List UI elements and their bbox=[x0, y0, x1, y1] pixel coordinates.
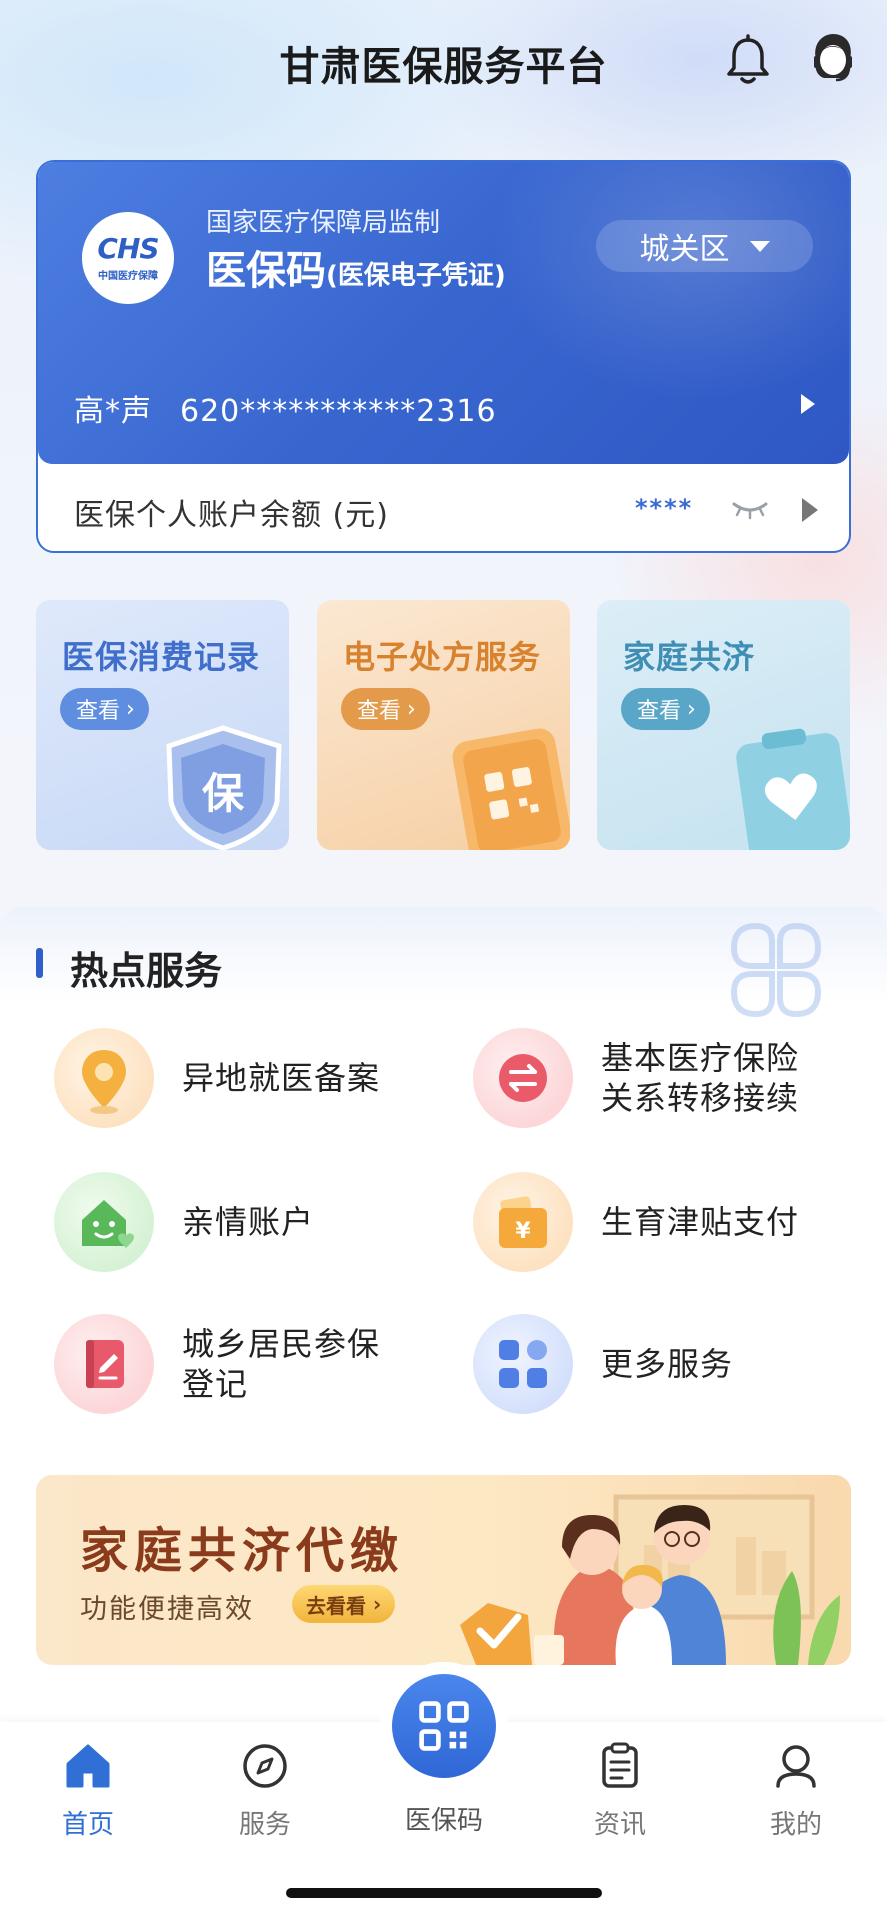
chs-logo-subtext: 中国医疗保障 bbox=[98, 270, 158, 282]
qr-code-button[interactable] bbox=[392, 1674, 496, 1778]
card-holder: 高*声 620***********2316 bbox=[74, 386, 497, 430]
qr-code-icon bbox=[419, 1701, 469, 1751]
card-top: CHS 中国医疗保障 国家医疗保障局监制 医保码(医保电子凭证) 城关区 高*声… bbox=[38, 162, 849, 464]
tile-title: 电子处方服务 bbox=[343, 638, 542, 676]
card-name-sub: (医保电子凭证) bbox=[326, 261, 506, 291]
view-button-label: 查看 bbox=[76, 699, 121, 724]
view-button-label: 查看 bbox=[357, 699, 402, 724]
service-family-account[interactable]: 亲情账户 bbox=[54, 1172, 314, 1272]
phone-qr-icon bbox=[452, 728, 570, 850]
balance-row[interactable]: 医保个人账户余额 (元) **** bbox=[38, 464, 849, 551]
chs-logo-text: CHS bbox=[97, 231, 159, 265]
holder-id: 620***********2316 bbox=[180, 394, 497, 429]
chevron-right-icon: › bbox=[126, 696, 135, 722]
bell-icon[interactable] bbox=[724, 34, 772, 86]
card-name-main: 医保码 bbox=[206, 248, 326, 294]
nav-label: 服务 bbox=[238, 1810, 291, 1840]
chs-logo: CHS 中国医疗保障 bbox=[82, 212, 174, 304]
location-pin-icon bbox=[54, 1028, 154, 1128]
tile-title: 家庭共济 bbox=[623, 638, 756, 676]
balance-value: **** bbox=[635, 494, 694, 522]
nav-news[interactable]: 资讯 bbox=[560, 1740, 680, 1841]
view-button[interactable]: 查看 › bbox=[341, 688, 430, 730]
compass-icon bbox=[243, 1744, 287, 1788]
service-more[interactable]: 更多服务 bbox=[473, 1314, 733, 1414]
service-label: 异地就医备案 bbox=[182, 1059, 381, 1097]
heart-clipboard-icon bbox=[736, 728, 850, 850]
go-see-button[interactable]: 去看看 › bbox=[292, 1585, 396, 1623]
nav-label: 首页 bbox=[61, 1810, 114, 1840]
clover-decoration-icon bbox=[730, 922, 822, 1018]
banner-subtitle: 功能便捷高效 bbox=[80, 1594, 254, 1625]
shield-bao-icon: 保 bbox=[166, 725, 282, 850]
header: 甘肃医保服务平台 bbox=[0, 0, 887, 120]
nav-mine[interactable]: 我的 bbox=[736, 1740, 856, 1841]
service-label: 基本医疗保险关系转移接续 bbox=[601, 1039, 800, 1117]
service-insurance-transfer[interactable]: 基本医疗保险关系转移接续 bbox=[473, 1028, 831, 1128]
svg-text:保: 保 bbox=[202, 769, 245, 818]
svg-text:¥: ¥ bbox=[515, 1219, 531, 1244]
customer-service-icon[interactable] bbox=[808, 30, 858, 86]
family-illustration bbox=[460, 1494, 840, 1665]
balance-label: 医保个人账户余额 (元) bbox=[74, 498, 389, 533]
home-indicator bbox=[286, 1888, 602, 1898]
view-button[interactable]: 查看 › bbox=[60, 688, 149, 730]
service-label: 更多服务 bbox=[601, 1345, 734, 1383]
tile-e-prescription[interactable]: 电子处方服务 查看 › bbox=[317, 600, 570, 850]
caret-down-icon bbox=[749, 240, 770, 252]
go-see-button-label: 去看看 bbox=[306, 1593, 366, 1618]
nav-service[interactable]: 服务 bbox=[205, 1740, 325, 1841]
grid-apps-icon bbox=[473, 1314, 573, 1414]
transfer-icon bbox=[473, 1028, 573, 1128]
chevron-right-icon: › bbox=[407, 696, 416, 722]
section-title: 热点服务 bbox=[70, 949, 223, 993]
chevron-right-icon: › bbox=[687, 696, 696, 722]
view-button-label: 查看 bbox=[637, 699, 682, 724]
yuan-wallet-icon: ¥ bbox=[473, 1172, 573, 1272]
nav-home[interactable]: 首页 bbox=[28, 1740, 148, 1841]
service-label: 城乡居民参保登记 bbox=[182, 1325, 381, 1403]
eye-closed-icon[interactable] bbox=[730, 496, 770, 520]
card-name: 医保码(医保电子凭证) bbox=[206, 238, 506, 296]
tile-title: 医保消费记录 bbox=[62, 638, 261, 676]
service-label: 生育津贴支付 bbox=[601, 1203, 800, 1241]
district-label: 城关区 bbox=[639, 232, 730, 267]
service-maternity-allowance[interactable]: ¥ 生育津贴支付 bbox=[473, 1172, 799, 1272]
holder-name: 高*声 bbox=[74, 394, 152, 429]
nav-label: 我的 bbox=[769, 1810, 822, 1840]
medical-insurance-card[interactable]: CHS 中国医疗保障 国家医疗保障局监制 医保码(医保电子凭证) 城关区 高*声… bbox=[36, 160, 851, 553]
tile-family-mutual-aid[interactable]: 家庭共济 查看 › bbox=[597, 600, 850, 850]
district-selector[interactable]: 城关区 bbox=[596, 220, 813, 272]
view-button[interactable]: 查看 › bbox=[621, 688, 710, 730]
banner-title: 家庭共济代缴 bbox=[80, 1523, 405, 1579]
play-arrow-icon[interactable] bbox=[801, 394, 815, 414]
service-resident-registration[interactable]: 城乡居民参保登记 bbox=[54, 1314, 402, 1414]
family-account-icon bbox=[54, 1172, 154, 1272]
nav-label: 资讯 bbox=[593, 1810, 646, 1840]
card-supervise-text: 国家医疗保障局监制 bbox=[206, 208, 441, 238]
nav-qr-code[interactable] bbox=[380, 1662, 508, 1790]
home-icon bbox=[66, 1744, 110, 1788]
service-remote-medical-filing[interactable]: 异地就医备案 bbox=[54, 1028, 380, 1128]
registration-book-icon bbox=[54, 1314, 154, 1414]
section-accent-bar bbox=[36, 948, 43, 978]
user-icon bbox=[776, 1745, 816, 1788]
nav-label: 医保码 bbox=[404, 1806, 483, 1836]
clipboard-icon bbox=[602, 1742, 638, 1788]
play-arrow-icon[interactable] bbox=[802, 498, 818, 522]
tile-consumption-records[interactable]: 医保消费记录 查看 › 保 bbox=[36, 600, 289, 850]
family-payment-banner[interactable]: 家庭共济代缴 功能便捷高效 去看看 › bbox=[36, 1475, 851, 1665]
service-label: 亲情账户 bbox=[182, 1203, 315, 1241]
chevron-right-icon: › bbox=[366, 1592, 382, 1616]
